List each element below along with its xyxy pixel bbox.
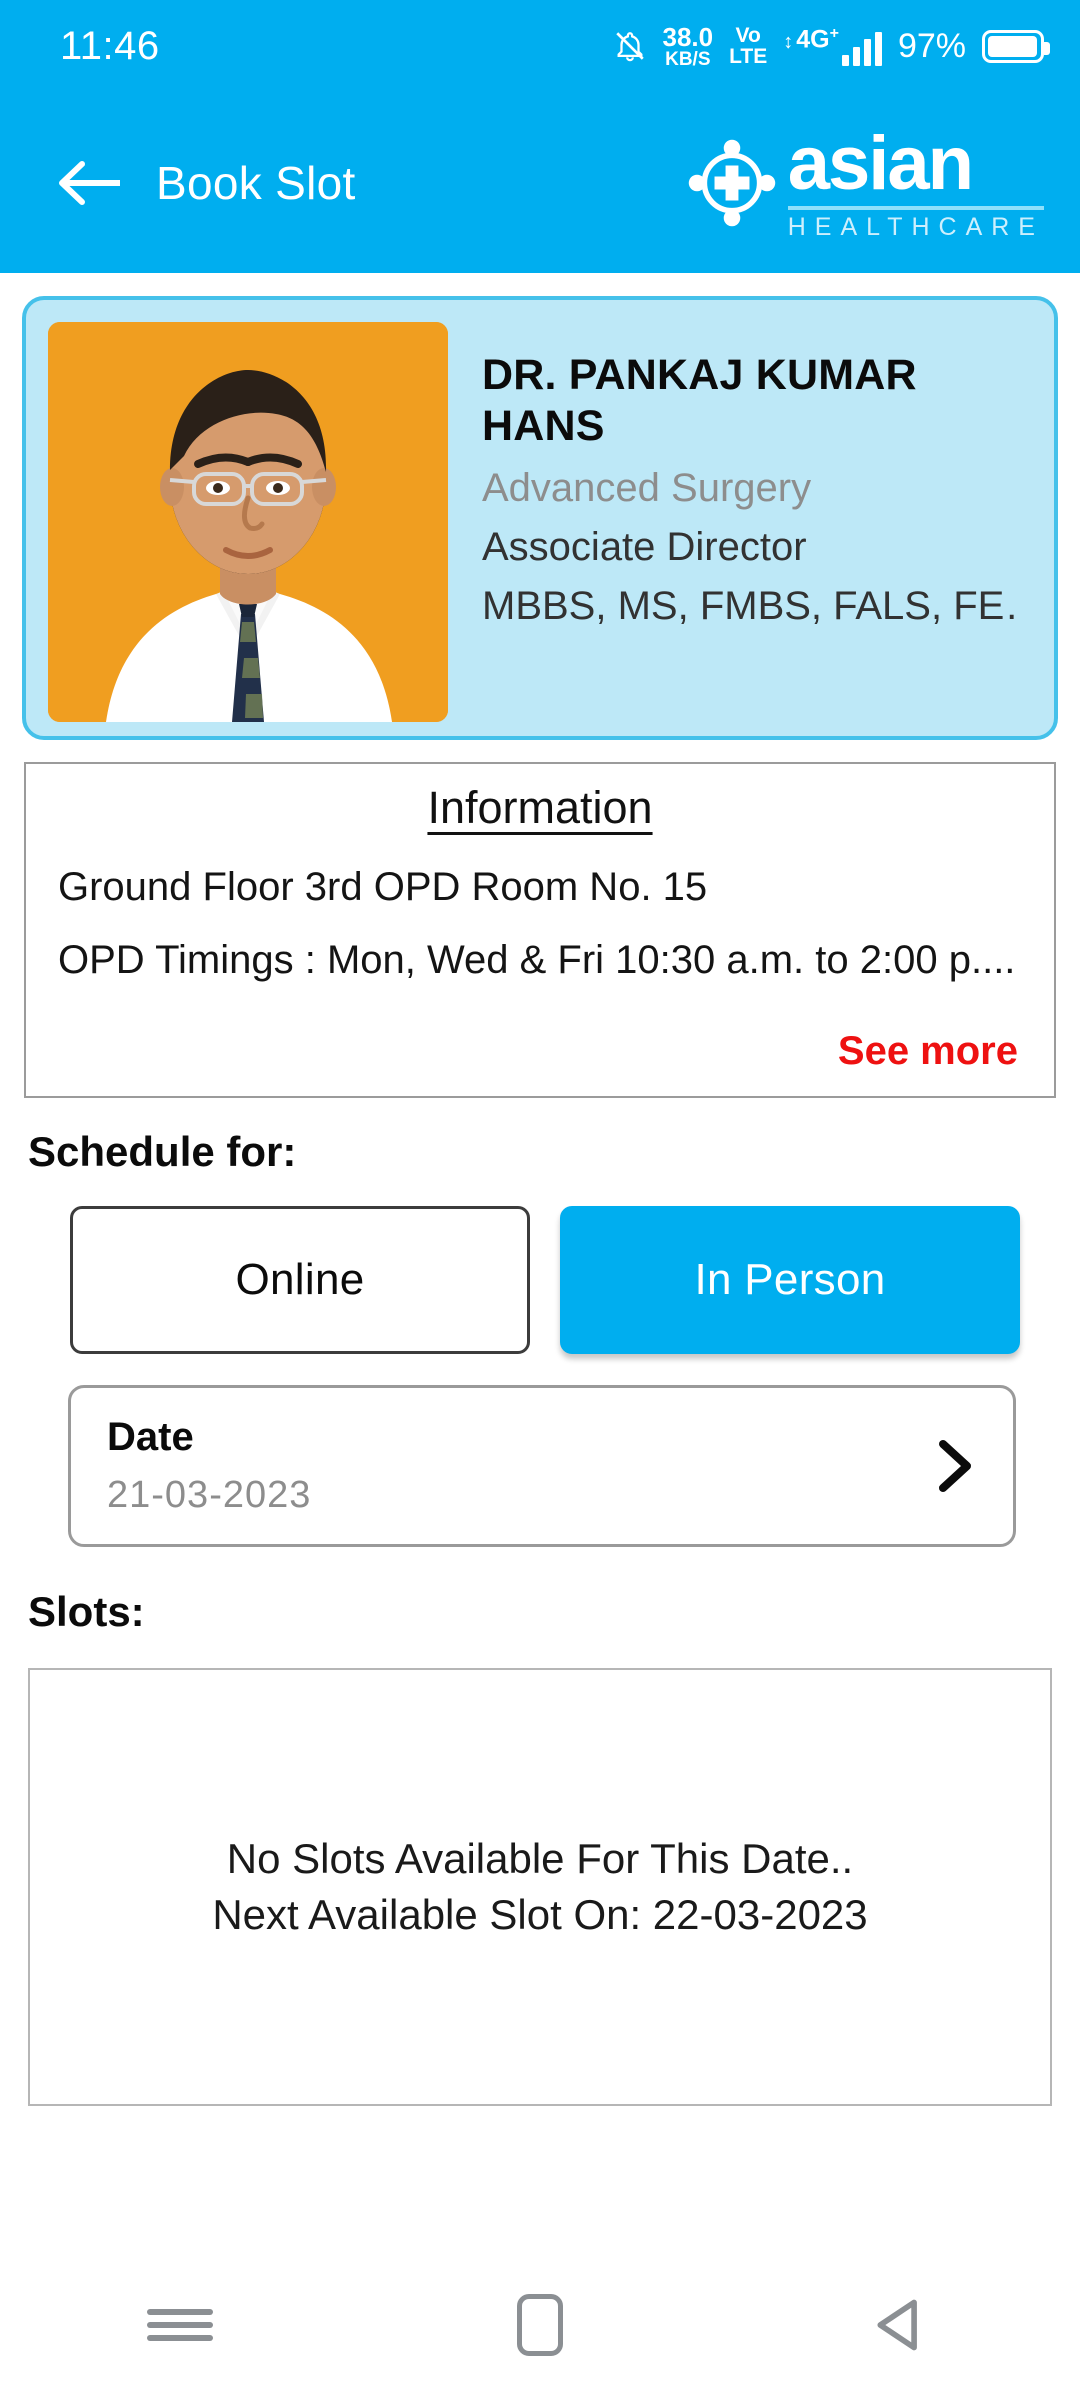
network-type-label: 4G+ [796, 24, 839, 54]
slots-label: Slots: [28, 1588, 145, 1635]
battery-full-icon [982, 29, 1050, 63]
schedule-mode-group: Online In Person [70, 1206, 1020, 1354]
chevron-right-icon[interactable] [933, 1438, 977, 1494]
back-arrow-icon[interactable] [58, 160, 124, 206]
back-triangle-icon[interactable] [840, 2265, 960, 2385]
volte-line2: LTE [729, 45, 768, 68]
slots-container: No Slots Available For This Date.. Next … [28, 1668, 1052, 2106]
brand-subtitle: HEALTHCARE [787, 212, 1044, 241]
doctor-photo [48, 322, 448, 722]
date-selector[interactable]: Date 21-03-2023 [68, 1385, 1016, 1547]
brand-wordmark: asian HEALTHCARE [787, 120, 1044, 241]
bell-muted-icon [613, 28, 647, 64]
information-title: Information [427, 782, 653, 833]
information-location: Ground Floor 3rd OPD Room No. 15 [58, 865, 708, 909]
network-speed-value: 38.0 [662, 21, 714, 52]
data-transfer-arrows-icon: ↕ [783, 31, 794, 54]
status-time: 11:46 [60, 23, 160, 68]
doctor-qualifications: MBBS, MS, FMBS, FALS, FE… [482, 584, 1020, 629]
status-icons-group: 38.0 KB/S Vo LTE ↕ 4G+ 97% [613, 24, 1050, 69]
date-text-group: Date 21-03-2023 [107, 1415, 311, 1517]
network-speed-unit: KB/S [665, 48, 711, 70]
android-nav-bar [0, 2250, 1080, 2400]
medical-cross-emblem-icon [686, 137, 778, 229]
next-available-slot-message: Next Available Slot On: 22-03-2023 [212, 1891, 868, 1938]
date-label: Date [107, 1415, 194, 1459]
doctor-name: DR. PANKAJ KUMAR HANS [482, 351, 917, 450]
doctor-designation: Associate Director [482, 525, 807, 570]
doctor-details: DR. PANKAJ KUMAR HANS Advanced Surgery A… [448, 322, 1054, 629]
signal-indicator: ↕ 4G+ [783, 24, 882, 67]
app-header: Book Slot asian HEALTHCARE [0, 92, 1080, 273]
network-speed-indicator: 38.0 KB/S [663, 24, 714, 69]
status-bar: 11:46 38.0 KB/S Vo LTE ↕ 4G+ 97% [0, 0, 1080, 92]
brand-divider [787, 205, 1044, 210]
information-timings: OPD Timings : Mon, Wed & Fri 10:30 a.m. … [58, 938, 1016, 983]
schedule-for-label: Schedule for: [28, 1128, 297, 1175]
recents-icon[interactable] [120, 2265, 240, 2385]
battery-percent: 97% [897, 26, 966, 65]
brand-logo: asian HEALTHCARE [686, 120, 1050, 241]
see-more-link[interactable]: See more [838, 1029, 1018, 1074]
information-card: Information Ground Floor 3rd OPD Room No… [24, 762, 1056, 1098]
brand-name: asian [787, 120, 974, 206]
online-mode-button[interactable]: Online [70, 1206, 530, 1354]
volte-line1: Vo [735, 24, 761, 47]
page-title: Book Slot [156, 156, 356, 209]
no-slots-message: No Slots Available For This Date.. [226, 1834, 854, 1882]
doctor-card[interactable]: DR. PANKAJ KUMAR HANS Advanced Surgery A… [22, 296, 1058, 740]
home-icon[interactable] [480, 2265, 600, 2385]
signal-bars-icon [841, 32, 882, 67]
volte-icon: Vo LTE [729, 25, 767, 67]
date-value: 21-03-2023 [107, 1474, 312, 1516]
in-person-mode-button[interactable]: In Person [560, 1206, 1020, 1354]
doctor-department: Advanced Surgery [482, 466, 812, 511]
